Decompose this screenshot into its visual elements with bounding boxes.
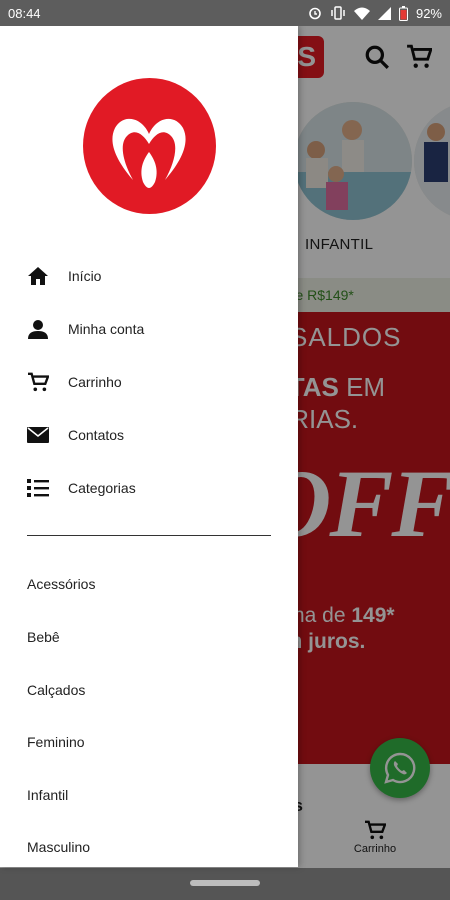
menu-item-label: Categorias [68,480,136,496]
category-item-label: Masculino [27,839,91,855]
drawer-divider [27,535,271,536]
category-item-feminino[interactable]: Feminino [0,722,298,762]
menu-item-minha-conta[interactable]: Minha conta [0,307,298,351]
category-item-infantil[interactable]: Infantil [0,775,298,815]
battery-percent: 92% [415,5,442,21]
menu-item-inicio[interactable]: Início [0,254,298,298]
category-item-label: Infantil [27,787,69,803]
status-time: 08:44 [8,5,41,21]
category-item-label: Calçados [27,682,86,698]
menu-item-categorias[interactable]: Categorias [0,466,298,510]
category-item-calcados[interactable]: Calçados [0,670,298,710]
menu-item-label: Minha conta [68,321,145,337]
home-gesture-pill[interactable] [190,880,260,886]
heart-logo-icon [112,118,186,188]
screen: 08:44 92% S INFANTIL a de R$149* SALDOS … [0,0,450,900]
status-bar: 08:44 92% [0,0,450,26]
category-item-acessorios[interactable]: Acessórios [0,564,298,604]
alarm-icon [309,7,321,20]
category-item-masculino[interactable]: Masculino [0,827,298,867]
system-navigation-bar [0,868,450,900]
home-icon [27,265,49,287]
cart-icon [27,371,49,393]
menu-item-contatos[interactable]: Contatos [0,413,298,457]
menu-item-label: Início [68,268,102,284]
category-item-label: Feminino [27,734,85,750]
navigation-drawer: Início Minha conta Carrinho Contatos Cat… [0,26,298,867]
menu-item-label: Contatos [68,427,125,443]
menu-item-carrinho[interactable]: Carrinho [0,360,298,404]
category-item-bebe[interactable]: Bebê [0,617,298,657]
category-item-label: Bebê [27,629,60,645]
menu-item-label: Carrinho [68,374,122,390]
vibrate-icon [331,6,345,20]
signal-icon [377,6,391,20]
list-icon [27,477,49,499]
brand-logo [83,78,216,214]
status-icons: 92% [308,5,442,21]
battery-icon [398,5,408,21]
wifi-icon [353,7,370,20]
mail-icon [27,424,49,446]
account-icon [27,318,49,340]
category-item-label: Acessórios [27,576,96,592]
